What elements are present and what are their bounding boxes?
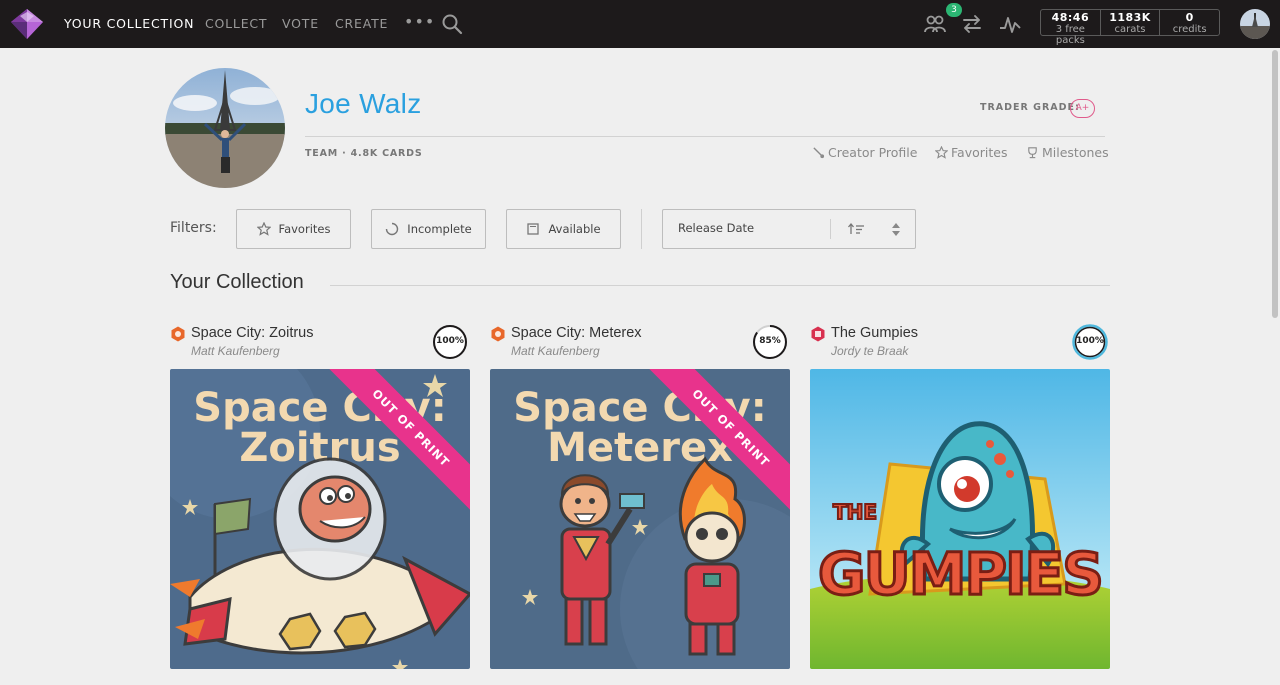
available-filter-label: Available bbox=[548, 222, 601, 236]
gem-logo-icon[interactable] bbox=[10, 8, 44, 40]
section-title: Your Collection bbox=[170, 271, 304, 293]
more-menu-icon[interactable]: ••• bbox=[404, 12, 435, 31]
nav-collect[interactable]: COLLECT bbox=[205, 16, 267, 31]
sort-order-icon[interactable] bbox=[847, 222, 865, 236]
user-avatar[interactable] bbox=[1240, 9, 1270, 39]
carats-value: 1183K bbox=[1109, 11, 1151, 24]
set-badge-icon bbox=[811, 326, 825, 342]
completion-percent: 100% bbox=[436, 336, 464, 346]
collection-card[interactable]: Space City: Meterex Matt Kaufenberg 85% … bbox=[490, 322, 790, 669]
scrollbar-thumb[interactable] bbox=[1272, 50, 1278, 318]
meta-dot: · bbox=[342, 148, 351, 159]
completion-percent: 85% bbox=[759, 336, 781, 346]
profile-name: Joe Walz bbox=[305, 88, 422, 119]
profile-meta: TEAM · 4.8K CARDS bbox=[305, 148, 423, 159]
card-title[interactable]: The Gumpies bbox=[831, 325, 918, 341]
top-nav: YOUR COLLECTION COLLECT VOTE CREATE ••• … bbox=[0, 0, 1280, 48]
gumpies-art: THE GUMPIES bbox=[810, 369, 1110, 669]
trader-grade-label: TRADER GRADE: bbox=[980, 102, 1080, 113]
sort-select[interactable]: Release Date bbox=[662, 209, 916, 249]
nav-your-collection[interactable]: YOUR COLLECTION bbox=[64, 16, 194, 31]
art-title-line-2: GUMPIES bbox=[818, 540, 1102, 608]
search-icon[interactable] bbox=[441, 13, 463, 35]
carats-label: carats bbox=[1114, 24, 1146, 35]
favorites-label: Favorites bbox=[951, 145, 1008, 160]
account-stats[interactable]: 48:46 3 free packs 1183K carats 0 credit… bbox=[1040, 9, 1220, 46]
free-packs-label: 3 free packs bbox=[1055, 24, 1085, 46]
page-scrollbar[interactable] bbox=[1270, 48, 1280, 685]
card-title[interactable]: Space City: Zoitrus bbox=[191, 325, 314, 341]
set-badge-icon bbox=[491, 326, 505, 342]
favorites-filter-label: Favorites bbox=[278, 222, 331, 236]
partial-circle-icon bbox=[386, 222, 399, 236]
space-city-zoitrus-art: Space City: Zoitrus bbox=[170, 369, 470, 669]
trade-icon[interactable] bbox=[960, 12, 984, 36]
profile-divider bbox=[305, 136, 1105, 137]
section-divider bbox=[330, 285, 1110, 286]
card-artist[interactable]: Matt Kaufenberg bbox=[511, 344, 600, 358]
card-artwork[interactable]: Space City: Zoitrus OUT OF PRINT bbox=[170, 369, 470, 669]
creator-profile-label: Creator Profile bbox=[828, 145, 918, 160]
sort-select-value: Release Date bbox=[678, 221, 755, 235]
credits-value: 0 bbox=[1185, 11, 1194, 24]
profile-avatar bbox=[165, 68, 285, 188]
credits-label: credits bbox=[1172, 24, 1207, 35]
card-artwork[interactable]: THE GUMPIES bbox=[810, 369, 1110, 669]
activity-icon[interactable] bbox=[998, 12, 1022, 36]
trader-grade-badge[interactable]: A+ bbox=[1070, 99, 1095, 118]
creator-profile-link[interactable]: Creator Profile bbox=[812, 145, 917, 160]
card-artwork[interactable]: Space City: Meterex OUT OF PRINT bbox=[490, 369, 790, 669]
free-packs-timer: 48:46 bbox=[1051, 11, 1090, 24]
collection-card[interactable]: The Gumpies Jordy te Braak 100% THE GUMP… bbox=[810, 322, 1110, 669]
nav-create[interactable]: CREATE bbox=[335, 16, 388, 31]
milestones-label: Milestones bbox=[1042, 145, 1109, 160]
brush-icon bbox=[813, 147, 825, 159]
nav-vote[interactable]: VOTE bbox=[282, 16, 319, 31]
set-badge-icon bbox=[171, 326, 185, 342]
sort-divider bbox=[830, 219, 831, 239]
friends-icon[interactable] bbox=[923, 12, 947, 36]
card-artist[interactable]: Matt Kaufenberg bbox=[191, 344, 280, 358]
collection-card[interactable]: Space City: Zoitrus Matt Kaufenberg 100%… bbox=[170, 322, 470, 669]
star-icon bbox=[935, 146, 948, 159]
incomplete-filter-label: Incomplete bbox=[407, 222, 472, 236]
card-artist[interactable]: Jordy te Braak bbox=[831, 344, 908, 358]
card-stack-icon bbox=[527, 223, 540, 235]
star-icon bbox=[256, 222, 271, 236]
space-city-meterex-art: Space City: Meterex bbox=[490, 369, 790, 669]
favorites-link[interactable]: Favorites bbox=[935, 145, 1007, 160]
incomplete-filter-button[interactable]: Incomplete bbox=[371, 209, 486, 249]
card-count: 4.8K CARDS bbox=[350, 148, 423, 159]
art-title-line-1: THE bbox=[833, 500, 877, 524]
filters-label: Filters: bbox=[170, 220, 217, 236]
favorites-filter-button[interactable]: Favorites bbox=[236, 209, 351, 249]
select-caret-icon bbox=[892, 223, 900, 236]
trophy-icon bbox=[1028, 147, 1037, 159]
available-filter-button[interactable]: Available bbox=[506, 209, 621, 249]
carats-stat[interactable]: 1183K carats bbox=[1101, 10, 1161, 35]
team-label: TEAM bbox=[305, 148, 338, 159]
free-packs-stat[interactable]: 48:46 3 free packs bbox=[1041, 10, 1101, 46]
completion-percent: 100% bbox=[1076, 336, 1104, 346]
milestones-link[interactable]: Milestones bbox=[1026, 145, 1109, 160]
filter-separator bbox=[641, 209, 642, 249]
card-title[interactable]: Space City: Meterex bbox=[511, 325, 642, 341]
credits-stat[interactable]: 0 credits bbox=[1160, 10, 1219, 36]
